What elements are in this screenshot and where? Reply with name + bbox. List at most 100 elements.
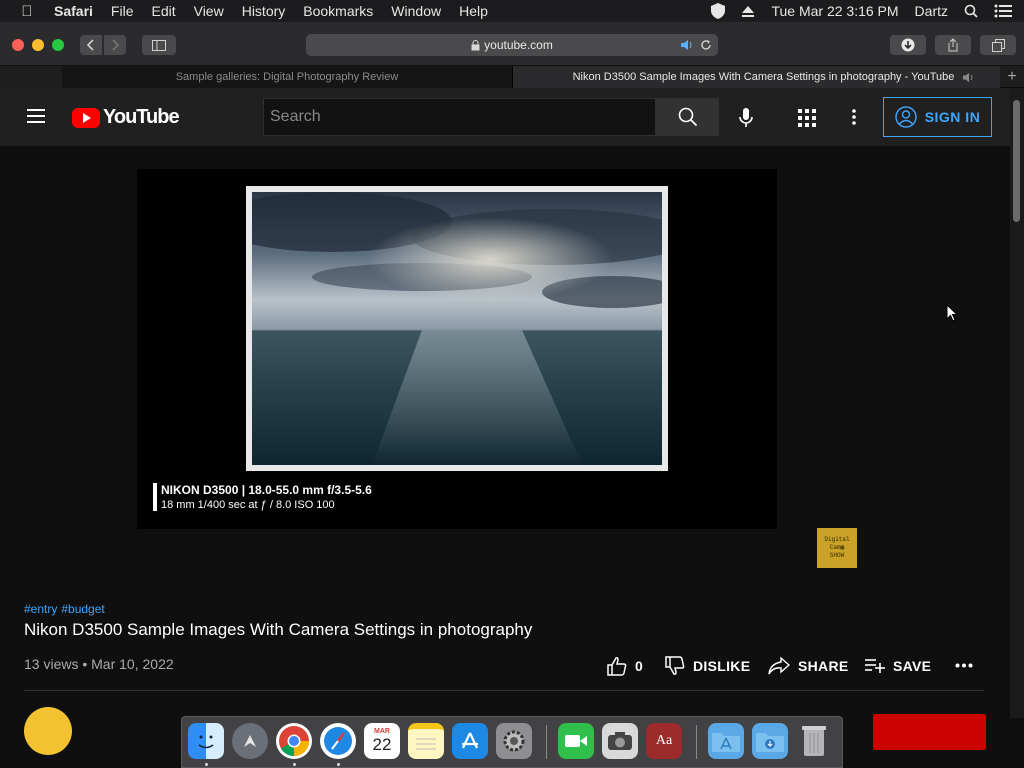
mouse-cursor-icon [946,304,958,322]
subscribe-button[interactable] [873,714,986,750]
thumbs-down-icon [665,656,685,675]
menu-help[interactable]: Help [459,3,488,19]
menu-window[interactable]: Window [391,3,441,19]
watermark-line2: Cam▣ [829,544,845,551]
watermark-line3: SHOW [829,552,845,559]
hashtag-link[interactable]: #entry [24,602,57,616]
minimize-window-button[interactable] [32,39,44,51]
channel-avatar[interactable] [24,707,72,755]
macos-menu-bar:  Safari File Edit View History Bookmark… [0,0,1024,22]
microphone-icon[interactable] [739,108,753,128]
control-center-icon[interactable] [994,4,1012,18]
downloads-folder-icon[interactable] [752,723,788,759]
tab-speaker-icon[interactable] [962,72,976,83]
menu-app-safari[interactable]: Safari [54,3,93,19]
speaker-audio-icon[interactable] [680,39,694,51]
camera-icon [608,732,632,750]
tab-youtube[interactable]: Nikon D3500 Sample Images With Camera Se… [512,66,1000,88]
sidebar-toggle-button[interactable] [142,35,176,55]
tab-dpreview[interactable]: Sample galleries: Digital Photography Re… [62,66,512,88]
user-name[interactable]: Dartz [915,3,948,19]
close-window-button[interactable] [12,39,24,51]
calendar-month: MAR [374,727,390,735]
youtube-play-icon [72,107,100,128]
sign-in-button[interactable]: SIGN IN [883,97,992,137]
video-title: Nikon D3500 Sample Images With Camera Se… [24,620,533,639]
lock-icon [471,39,480,50]
menu-edit[interactable]: Edit [151,3,175,19]
watermark-line1: Digital [824,536,850,543]
sign-in-label: SIGN IN [924,109,981,125]
shield-icon[interactable] [711,3,726,19]
caption-camera-lens: NIKON D3500 | 18.0-55.0 mm f/3.5-5.6 [161,483,372,497]
menu-view[interactable]: View [194,3,224,19]
channel-watermark[interactable]: Digital Cam▣ SHOW [817,528,857,568]
address-bar[interactable]: youtube.com [306,34,718,56]
new-tab-button[interactable]: + [1000,66,1024,88]
trash-icon[interactable] [796,723,832,759]
app-store-icon[interactable] [452,723,488,759]
finder-icon[interactable] [188,723,224,759]
video-views-date: 13 views • Mar 10, 2022 [24,656,174,672]
like-button[interactable]: 0 [607,655,643,677]
calendar-icon[interactable]: MAR 22 [364,723,400,759]
seascape-image [252,192,662,465]
launchpad-icon[interactable] [232,723,268,759]
back-button[interactable] [80,35,102,55]
sidebar-icon [152,39,166,51]
video-player[interactable]: NIKON D3500 | 18.0-55.0 mm f/3.5-5.6 18 … [137,169,777,529]
dock-separator [696,725,697,759]
menu-history[interactable]: History [242,3,286,19]
youtube-logo[interactable]: YouTube [72,106,180,129]
video-hashtags: #entry #budget [24,602,109,616]
facetime-icon[interactable] [558,723,594,759]
more-horizontal-icon[interactable] [955,663,973,668]
hashtag-link[interactable]: #budget [61,602,104,616]
search-input[interactable] [263,98,656,136]
youtube-logo-text: YouTube [103,106,180,128]
safari-icon[interactable] [320,723,356,759]
like-count: 0 [635,658,644,674]
chevron-left-icon [87,39,94,51]
notes-lines-icon [416,738,436,750]
page-scrollbar-thumb[interactable] [1013,100,1020,222]
chrome-logo-icon [279,726,310,757]
menu-bookmarks[interactable]: Bookmarks [303,3,373,19]
notes-icon[interactable] [408,723,444,759]
applications-folder-icon[interactable] [708,723,744,759]
downloads-button[interactable] [890,35,926,55]
dictionary-glyph: Aa [655,733,673,748]
calendar-day: 22 [372,734,392,754]
image-capture-icon[interactable] [602,723,638,759]
chrome-icon[interactable] [276,723,312,759]
save-button[interactable]: SAVE [865,655,931,677]
app-store-a-icon [462,732,478,749]
dictionary-icon[interactable]: Aa [646,723,682,759]
spotlight-search-icon[interactable] [964,4,978,18]
menu-file[interactable]: File [111,3,134,19]
clock-datetime[interactable]: Tue Mar 22 3:16 PM [771,3,898,19]
search-button[interactable] [656,98,719,136]
share-button[interactable] [935,35,971,55]
eject-icon[interactable] [741,4,755,18]
zoom-window-button[interactable] [52,39,64,51]
tab-overview-button[interactable] [980,35,1016,55]
finder-face-icon [198,735,214,749]
compass-icon [324,727,352,755]
tab-title: Nikon D3500 Sample Images With Camera Se… [572,71,955,83]
apple-menu-icon[interactable]:  [0,3,54,20]
dislike-button[interactable]: DISLIKE [665,655,750,677]
account-circle-icon [894,106,917,128]
chevron-right-icon [112,39,119,51]
more-vertical-icon[interactable] [852,109,856,125]
system-preferences-icon[interactable] [496,723,532,759]
tab-bar-spacer [0,66,62,88]
hamburger-menu-icon[interactable] [27,109,45,123]
reload-icon[interactable] [700,39,712,51]
apps-grid-icon[interactable] [798,109,816,127]
share-video-button[interactable]: SHARE [768,655,849,677]
gear-icon [503,730,525,752]
plus-icon: + [1007,68,1017,85]
forward-button[interactable] [104,35,126,55]
folder-download-icon [756,733,784,752]
